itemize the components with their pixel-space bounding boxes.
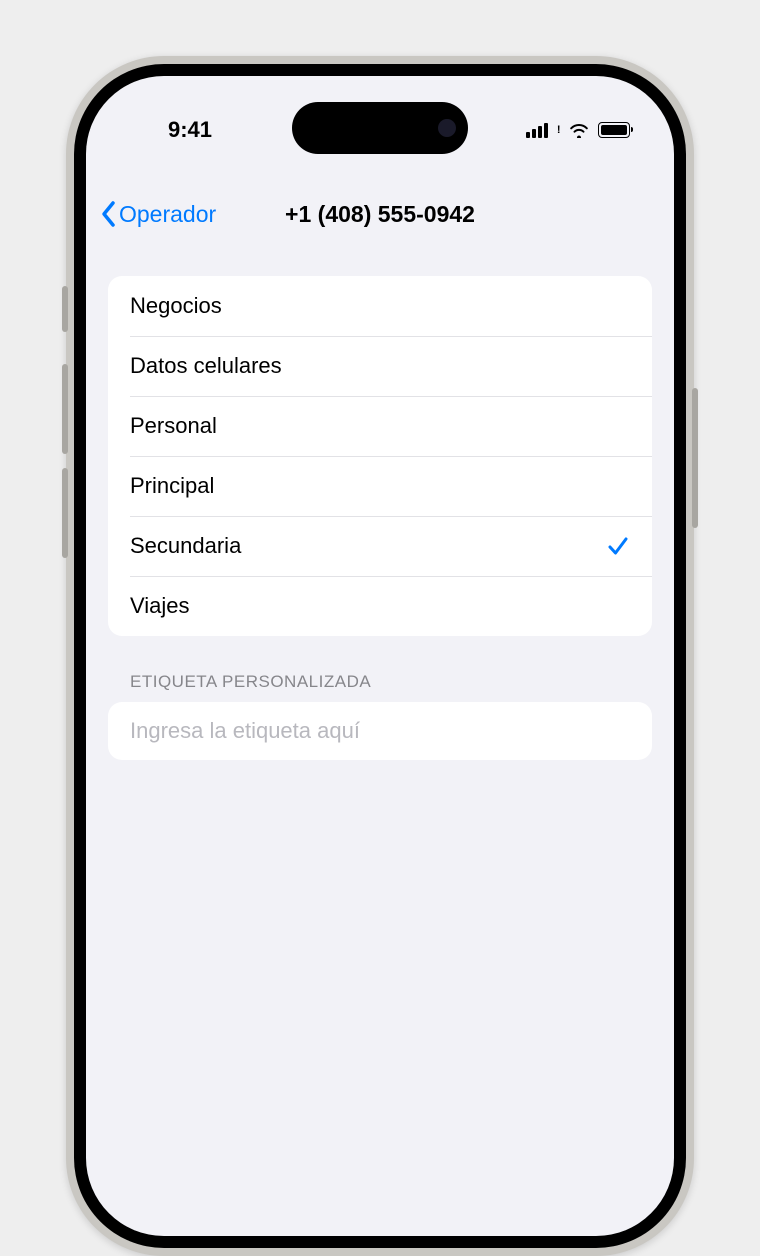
cellular-signal-icon	[526, 122, 548, 138]
power-button	[692, 388, 698, 528]
label-list: Negocios Datos celulares Personal Princi…	[108, 276, 652, 636]
status-indicators: !	[480, 122, 630, 138]
label-option-secundaria[interactable]: Secundaria	[108, 516, 652, 576]
battery-icon	[598, 122, 630, 138]
chevron-left-icon	[100, 200, 117, 228]
label-option-personal[interactable]: Personal	[108, 396, 652, 456]
custom-label-header: ETIQUETA PERSONALIZADA	[130, 672, 652, 692]
dual-sim-icon: !	[557, 124, 560, 136]
label-option-principal[interactable]: Principal	[108, 456, 652, 516]
volume-down-button	[62, 468, 68, 558]
label-option-viajes[interactable]: Viajes	[108, 576, 652, 636]
label-text: Negocios	[130, 293, 222, 319]
checkmark-icon	[606, 534, 630, 558]
dynamic-island	[292, 102, 468, 154]
wifi-icon	[568, 122, 590, 138]
custom-label-group	[108, 702, 652, 760]
front-camera	[438, 119, 456, 137]
label-text: Viajes	[130, 593, 190, 619]
nav-bar: Operador +1 (408) 555-0942	[86, 186, 674, 242]
label-text: Secundaria	[130, 533, 241, 559]
screen: 9:41 !	[86, 76, 674, 1236]
label-text: Datos celulares	[130, 353, 282, 379]
custom-label-input[interactable]	[130, 702, 630, 760]
label-text: Principal	[130, 473, 214, 499]
label-option-negocios[interactable]: Negocios	[108, 276, 652, 336]
content-area: Negocios Datos celulares Personal Princi…	[86, 256, 674, 760]
back-label: Operador	[119, 201, 216, 228]
back-button[interactable]: Operador	[100, 200, 216, 228]
status-time: 9:41	[130, 117, 250, 143]
label-option-datos-celulares[interactable]: Datos celulares	[108, 336, 652, 396]
silence-switch	[62, 286, 68, 332]
volume-up-button	[62, 364, 68, 454]
label-text: Personal	[130, 413, 217, 439]
phone-bezel: 9:41 !	[74, 64, 686, 1248]
phone-frame: 9:41 !	[66, 56, 694, 1256]
